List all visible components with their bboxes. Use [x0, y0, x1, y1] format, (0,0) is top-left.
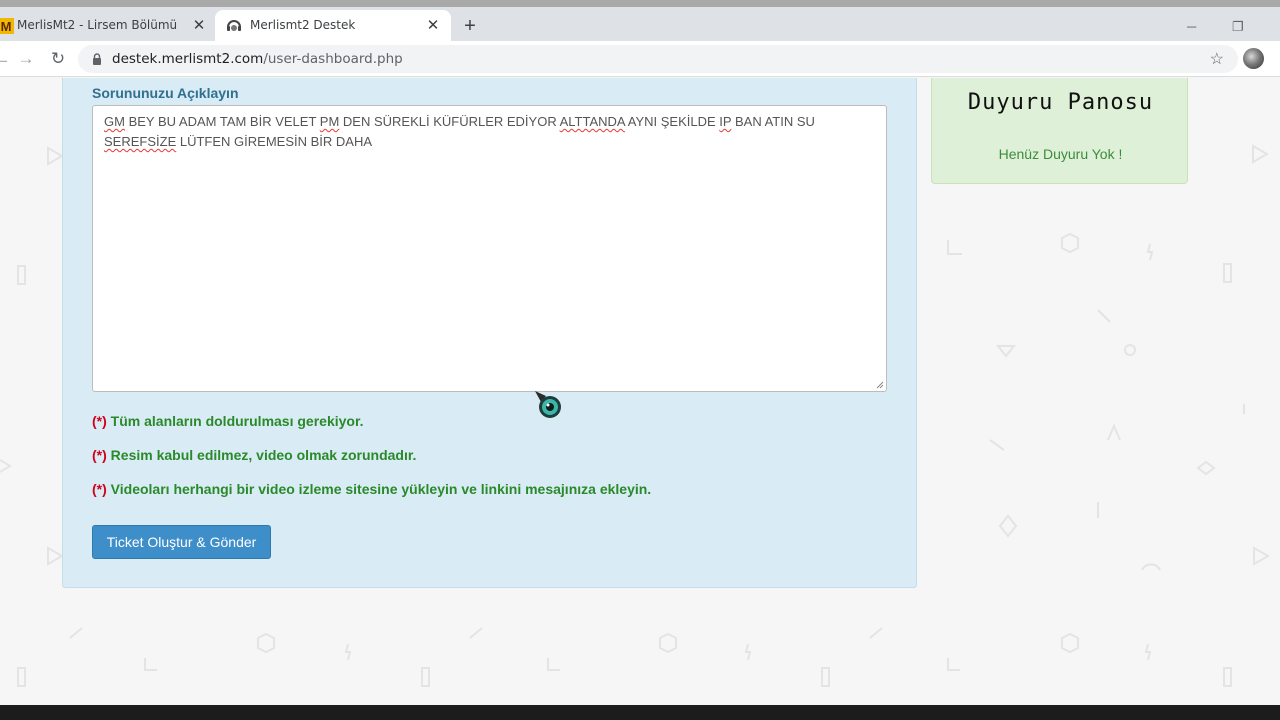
window-top-edge	[0, 0, 1280, 7]
ticket-form-panel: Sorununuzu Açıklayın GM BEY BU ADAM TAM …	[62, 78, 917, 588]
bookmark-star-icon[interactable]: ☆	[1210, 49, 1224, 69]
reload-icon[interactable]: ↻	[46, 47, 70, 71]
page-content: Sorununuzu Açıklayın GM BEY BU ADAM TAM …	[0, 78, 1280, 705]
bottom-edge	[0, 705, 1280, 720]
svg-text:M: M	[1, 19, 12, 34]
tab-bar: M MerlisMt2 - Lirsem Bölümü ✕ Merlismt2 …	[0, 7, 1280, 41]
requirement-note: (*) Resim kabul edilmez, video olmak zor…	[92, 447, 416, 463]
url-host: destek.merlismt2.com	[112, 51, 264, 67]
textarea-text: AYNI ŞEKİLDE	[624, 114, 720, 129]
requirement-note: (*) Tüm alanların doldurulması gerekiyor…	[92, 413, 364, 429]
tab-lirsem[interactable]: M MerlisMt2 - Lirsem Bölümü ✕	[0, 10, 215, 41]
announcement-title: Duyuru Panosu	[967, 90, 1154, 115]
required-mark: (*)	[92, 413, 107, 429]
misspelled-word: ALTTANDA	[559, 114, 625, 129]
close-icon[interactable]: ✕	[424, 16, 442, 34]
misspelled-word: GM	[104, 114, 125, 129]
back-icon[interactable]: ←	[0, 47, 14, 71]
textarea-line: GM BEY BU ADAM TAM BİR VELET PM DEN SÜRE…	[104, 112, 875, 132]
resize-handle-icon[interactable]	[876, 381, 884, 389]
eye-cursor-icon	[535, 391, 561, 418]
new-tab-icon[interactable]: +	[460, 16, 480, 37]
misspelled-word: PM	[319, 114, 340, 129]
description-textarea[interactable]: GM BEY BU ADAM TAM BİR VELET PM DEN SÜRE…	[92, 105, 887, 392]
textarea-line: SEREFSİZE LÜTFEN GİREMESİN BİR DAHA	[104, 132, 875, 152]
misspelled-word: SEREFSİZE	[104, 134, 177, 149]
url-path: /user-dashboard.php	[263, 51, 403, 67]
description-label: Sorununuzu Açıklayın	[92, 85, 239, 101]
lock-icon	[93, 53, 101, 65]
forward-icon[interactable]: →	[14, 47, 38, 71]
support-favicon-icon	[227, 20, 241, 31]
close-icon[interactable]: ✕	[190, 16, 208, 34]
announcement-empty-text: Henüz Duyuru Yok !	[998, 146, 1123, 162]
textarea-text: DEN SÜREKLİ KÜFÜRLER EDİYOR	[339, 114, 560, 129]
tab-title: Merlismt2 Destek	[250, 18, 356, 32]
note-text: Tüm alanların doldurulması gerekiyor.	[106, 413, 364, 429]
requirement-note: (*) Videoları herhangi bir video izleme …	[92, 481, 651, 497]
announcement-board: Duyuru Panosu Henüz Duyuru Yok !	[931, 78, 1188, 184]
required-mark: (*)	[92, 447, 107, 463]
profile-avatar[interactable]	[1243, 48, 1264, 69]
merlis-favicon-icon: M	[0, 18, 14, 34]
create-ticket-button[interactable]: Ticket Oluştur & Gönder	[92, 525, 271, 559]
browser-toolbar: ← → ↻ destek.merlismt2.com/user-dashboar…	[0, 41, 1280, 77]
tab-destek[interactable]: Merlismt2 Destek ✕	[215, 10, 451, 41]
restore-icon[interactable]: ❐	[1232, 19, 1244, 35]
required-mark: (*)	[92, 481, 107, 497]
note-text: Videoları herhangi bir video izleme site…	[106, 481, 652, 497]
minimize-icon[interactable]: ─	[1187, 19, 1196, 34]
tab-title: MerlisMt2 - Lirsem Bölümü	[17, 18, 178, 32]
url-text: destek.merlismt2.com/user-dashboard.php	[112, 51, 403, 67]
note-text: Resim kabul edilmez, video olmak zorunda…	[106, 447, 417, 463]
textarea-text: BEY BU ADAM TAM BİR VELET	[124, 114, 320, 129]
textarea-text: LÜTFEN GİREMESİN BİR DAHA	[176, 134, 372, 149]
address-bar[interactable]: destek.merlismt2.com/user-dashboard.php …	[78, 45, 1238, 73]
textarea-text: BAN ATIN SU	[731, 114, 815, 129]
misspelled-word: IP	[719, 114, 732, 129]
